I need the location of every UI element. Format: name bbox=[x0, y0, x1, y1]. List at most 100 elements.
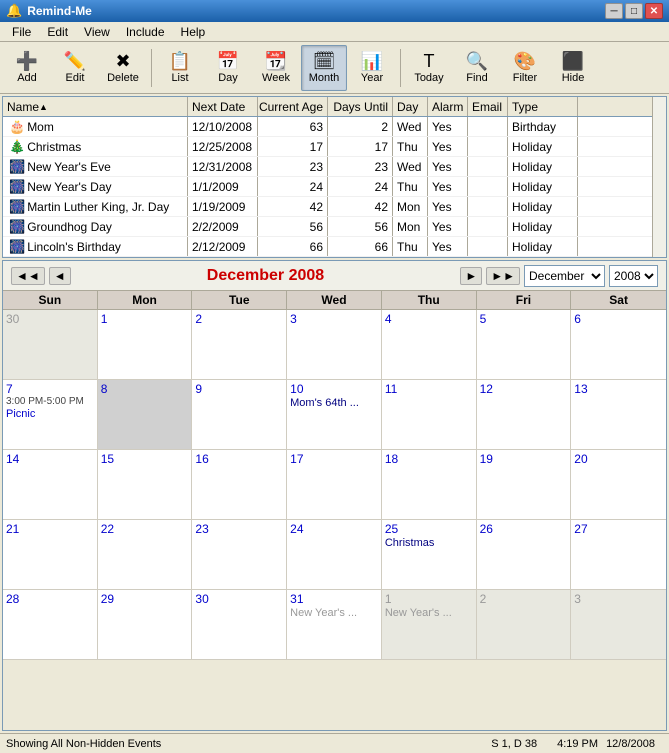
day-number[interactable]: 6 bbox=[574, 312, 663, 326]
day-number[interactable]: 2 bbox=[480, 592, 568, 606]
day-number[interactable]: 1 bbox=[101, 312, 189, 326]
menu-item-view[interactable]: View bbox=[76, 23, 118, 41]
calendar-cell[interactable]: 73:00 PM-5:00 PMPicnic bbox=[3, 380, 98, 450]
list-row[interactable]: 🎆Martin Luther King, Jr. Day1/19/2009424… bbox=[3, 197, 666, 217]
calendar-cell[interactable]: 14 bbox=[3, 450, 98, 520]
calendar-cell[interactable]: 20 bbox=[571, 450, 666, 520]
calendar-cell[interactable]: 25Christmas bbox=[382, 520, 477, 590]
list-row[interactable]: 🎆New Year's Day1/1/20092424ThuYesHoliday bbox=[3, 177, 666, 197]
calendar-cell[interactable]: 24 bbox=[287, 520, 382, 590]
month-select[interactable]: JanuaryFebruaryMarchAprilMayJuneJulyAugu… bbox=[524, 265, 605, 287]
day-number[interactable]: 5 bbox=[480, 312, 568, 326]
day-number[interactable]: 15 bbox=[101, 452, 189, 466]
toolbar-btn-edit[interactable]: ✏️Edit bbox=[52, 45, 98, 91]
list-col-header-alarm[interactable]: Alarm bbox=[428, 97, 468, 116]
day-number[interactable]: 17 bbox=[290, 452, 378, 466]
calendar-cell[interactable]: 12 bbox=[477, 380, 572, 450]
toolbar-btn-day[interactable]: 📅Day bbox=[205, 45, 251, 91]
calendar-cell[interactable]: 4 bbox=[382, 310, 477, 380]
day-number[interactable]: 8 bbox=[101, 382, 189, 396]
close-button[interactable]: ✕ bbox=[645, 3, 663, 19]
list-col-header-day[interactable]: Day bbox=[393, 97, 428, 116]
calendar-cell[interactable]: 11 bbox=[382, 380, 477, 450]
calendar-cell[interactable]: 8 bbox=[98, 380, 193, 450]
toolbar-btn-add[interactable]: ➕Add bbox=[4, 45, 50, 91]
toolbar-btn-find[interactable]: 🔍Find bbox=[454, 45, 500, 91]
day-number[interactable]: 3 bbox=[574, 592, 663, 606]
event-text[interactable]: New Year's ... bbox=[385, 607, 473, 619]
calendar-cell[interactable]: 2 bbox=[192, 310, 287, 380]
event-text[interactable]: New Year's ... bbox=[290, 607, 378, 619]
day-number[interactable]: 23 bbox=[195, 522, 283, 536]
day-number[interactable]: 25 bbox=[385, 522, 473, 536]
calendar-cell[interactable]: 9 bbox=[192, 380, 287, 450]
calendar-cell[interactable]: 19 bbox=[477, 450, 572, 520]
day-number[interactable]: 30 bbox=[6, 312, 94, 326]
toolbar-btn-delete[interactable]: ✖Delete bbox=[100, 45, 146, 91]
calendar-cell[interactable]: 16 bbox=[192, 450, 287, 520]
event-text[interactable]: Christmas bbox=[385, 537, 473, 549]
nav-next-button[interactable]: ► bbox=[460, 267, 482, 285]
list-row[interactable]: 🎆New Year's Eve12/31/20082323WedYesHolid… bbox=[3, 157, 666, 177]
calendar-cell[interactable]: 29 bbox=[98, 590, 193, 660]
calendar-cell[interactable]: 28 bbox=[3, 590, 98, 660]
calendar-cell[interactable]: 6 bbox=[571, 310, 666, 380]
calendar-cell[interactable]: 15 bbox=[98, 450, 193, 520]
day-number[interactable]: 2 bbox=[195, 312, 283, 326]
calendar-cell[interactable]: 31New Year's ... bbox=[287, 590, 382, 660]
day-number[interactable]: 9 bbox=[195, 382, 283, 396]
day-number[interactable]: 10 bbox=[290, 382, 378, 396]
year-select[interactable]: 2008 2009 bbox=[609, 265, 658, 287]
calendar-cell[interactable]: 26 bbox=[477, 520, 572, 590]
menu-item-include[interactable]: Include bbox=[118, 23, 173, 41]
toolbar-btn-list[interactable]: 📋List bbox=[157, 45, 203, 91]
calendar-cell[interactable]: 13 bbox=[571, 380, 666, 450]
list-col-header-days-until[interactable]: Days Until bbox=[328, 97, 393, 116]
nav-last-button[interactable]: ►► bbox=[486, 267, 520, 285]
day-number[interactable]: 13 bbox=[574, 382, 663, 396]
day-number[interactable]: 26 bbox=[480, 522, 568, 536]
day-number[interactable]: 21 bbox=[6, 522, 94, 536]
list-row[interactable]: 🎄Christmas12/25/20081717ThuYesHoliday bbox=[3, 137, 666, 157]
day-number[interactable]: 20 bbox=[574, 452, 663, 466]
day-number[interactable]: 30 bbox=[195, 592, 283, 606]
calendar-cell[interactable]: 17 bbox=[287, 450, 382, 520]
day-number[interactable]: 19 bbox=[480, 452, 568, 466]
day-number[interactable]: 27 bbox=[574, 522, 663, 536]
day-number[interactable]: 16 bbox=[195, 452, 283, 466]
toolbar-btn-year[interactable]: 📊Year bbox=[349, 45, 395, 91]
nav-first-button[interactable]: ◄◄ bbox=[11, 267, 45, 285]
calendar-cell[interactable]: 30 bbox=[192, 590, 287, 660]
menu-item-help[interactable]: Help bbox=[173, 23, 214, 41]
list-row[interactable]: 🎆Lincoln's Birthday2/12/20096666ThuYesHo… bbox=[3, 237, 666, 257]
day-number[interactable]: 1 bbox=[385, 592, 473, 606]
list-col-header-type[interactable]: Type bbox=[508, 97, 578, 116]
menu-item-edit[interactable]: Edit bbox=[39, 23, 76, 41]
menu-item-file[interactable]: File bbox=[4, 23, 39, 41]
calendar-cell[interactable]: 30 bbox=[3, 310, 98, 380]
calendar-cell[interactable]: 23 bbox=[192, 520, 287, 590]
day-number[interactable]: 24 bbox=[290, 522, 378, 536]
list-col-header-name[interactable]: Name ▲ bbox=[3, 97, 188, 116]
list-col-header-email[interactable]: Email bbox=[468, 97, 508, 116]
day-number[interactable]: 22 bbox=[101, 522, 189, 536]
calendar-cell[interactable]: 10Mom's 64th ... bbox=[287, 380, 382, 450]
day-number[interactable]: 28 bbox=[6, 592, 94, 606]
list-col-header-next-date[interactable]: Next Date bbox=[188, 97, 258, 116]
day-number[interactable]: 3 bbox=[290, 312, 378, 326]
day-number[interactable]: 29 bbox=[101, 592, 189, 606]
toolbar-btn-today[interactable]: TToday bbox=[406, 45, 452, 91]
calendar-cell[interactable]: 3 bbox=[571, 590, 666, 660]
list-col-header-current-age[interactable]: Current Age bbox=[258, 97, 328, 116]
minimize-button[interactable]: ─ bbox=[605, 3, 623, 19]
calendar-cell[interactable]: 3 bbox=[287, 310, 382, 380]
day-number[interactable]: 4 bbox=[385, 312, 473, 326]
calendar-cell[interactable]: 1 bbox=[98, 310, 193, 380]
nav-prev-button[interactable]: ◄ bbox=[49, 267, 71, 285]
calendar-cell[interactable]: 2 bbox=[477, 590, 572, 660]
toolbar-btn-hide[interactable]: ⬛Hide bbox=[550, 45, 596, 91]
calendar-cell[interactable]: 27 bbox=[571, 520, 666, 590]
toolbar-btn-month[interactable]: 🗓Month bbox=[301, 45, 347, 91]
event-text[interactable]: Picnic bbox=[6, 408, 94, 420]
toolbar-btn-filter[interactable]: 🎨Filter bbox=[502, 45, 548, 91]
